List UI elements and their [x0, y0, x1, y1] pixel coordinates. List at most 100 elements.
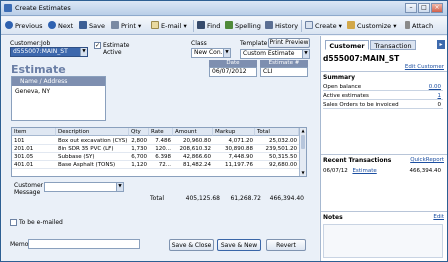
cell-markup[interactable]: 7,448.90 — [213, 153, 255, 161]
collapse-panel-icon[interactable]: ▸ — [437, 40, 445, 49]
estimate-active-label: Estimate Active — [103, 42, 130, 56]
chevron-down-icon[interactable]: ▼ — [223, 49, 230, 57]
cell-rate[interactable]: 6.398 — [149, 153, 173, 161]
attach-button[interactable]: Attach — [405, 20, 433, 32]
cell-item[interactable]: 201.01 — [12, 145, 56, 153]
customize-button[interactable]: Customize ▾ — [347, 20, 396, 32]
minimize-button[interactable]: – — [405, 3, 417, 13]
cell-amount[interactable]: 208,610.32 — [173, 145, 213, 153]
notes-edit-link[interactable]: Edit — [433, 214, 444, 220]
cell-amount[interactable]: 20,960.80 — [173, 137, 213, 145]
class-dropdown[interactable]: New Con... ▼ — [191, 48, 231, 58]
memo-label: Memo — [10, 241, 29, 248]
to-be-emailed-checkbox[interactable] — [10, 219, 17, 226]
tab-customer[interactable]: Customer — [325, 40, 369, 50]
revert-button[interactable]: Revert — [266, 239, 306, 251]
printer-icon — [111, 21, 119, 29]
create-button[interactable]: Create ▾ — [305, 20, 342, 32]
customer-message-label: Customer Message — [14, 182, 44, 196]
save-button[interactable]: Save — [79, 20, 105, 32]
summary-title: Summary — [323, 74, 356, 81]
customer-side-panel: Customer Transaction ▸ d555007:MAIN_ST E… — [320, 36, 447, 261]
table-row[interactable]: 401.01 Base Asphalt (TONS) 1,120 72... 8… — [12, 161, 299, 169]
estimate-number-box: Estimate # CLI — [260, 60, 308, 77]
cell-description[interactable]: Subbase (SY) — [56, 153, 129, 161]
cell-total[interactable]: 25,032.00 — [255, 137, 299, 145]
cell-description[interactable]: 8in SDR 35 PVC (LF) — [56, 145, 129, 153]
cell-markup[interactable]: 30,890.88 — [213, 145, 255, 153]
cell-total[interactable]: 239,501.20 — [255, 145, 299, 153]
recent-transaction-row[interactable]: 06/07/12 Estimate 466,394.40 — [323, 167, 443, 175]
template-label: Template — [240, 40, 268, 47]
maximize-button[interactable]: □ — [418, 3, 430, 13]
save-close-button[interactable]: Save & Close — [169, 239, 214, 251]
cell-qty[interactable]: 6,700 — [129, 153, 149, 161]
scroll-down-icon[interactable]: ▼ — [300, 170, 306, 176]
email-button[interactable]: E-mail ▾ — [151, 20, 187, 32]
cell-rate[interactable]: 72... — [149, 161, 173, 169]
customer-message-dropdown[interactable]: ▼ — [44, 182, 124, 192]
cell-description[interactable]: Base Asphalt (TONS) — [56, 161, 129, 169]
spelling-button[interactable]: Spelling — [225, 20, 261, 32]
template-dropdown[interactable]: Custom Estimate ▼ — [240, 49, 310, 59]
arrow-right-icon — [48, 21, 56, 29]
cell-markup[interactable]: 4,071.20 — [213, 137, 255, 145]
customize-icon — [347, 21, 355, 29]
find-button[interactable]: Find — [197, 20, 220, 32]
scroll-up-icon[interactable]: ▲ — [300, 128, 306, 134]
notes-area[interactable] — [323, 224, 443, 258]
cell-qty[interactable]: 2,800 — [129, 137, 149, 145]
column-header-qty: Qty — [129, 128, 149, 136]
estimate-form: Customer:Job d555007:MAIN_ST ▼ ✓ Estimat… — [2, 36, 319, 261]
edit-customer-link[interactable]: Edit Customer — [405, 64, 444, 70]
estimate-number-field[interactable]: CLI — [260, 67, 308, 77]
cell-item[interactable]: 301.05 — [12, 153, 56, 161]
cell-markup[interactable]: 11,197.76 — [213, 161, 255, 169]
date-label: Date — [209, 60, 257, 67]
history-icon — [265, 21, 273, 29]
print-preview-button[interactable]: Print Preview — [268, 38, 310, 48]
create-estimates-window: Create Estimates – □ × Previous Next Sav… — [0, 0, 448, 262]
table-scrollbar[interactable]: ▲ ▼ — [299, 128, 306, 176]
toolbar-separator — [193, 20, 194, 32]
total-label: Total — [150, 195, 165, 202]
cell-item[interactable]: 401.01 — [12, 161, 56, 169]
cell-qty[interactable]: 1,730 — [129, 145, 149, 153]
cell-rate[interactable]: 7.486 — [149, 137, 173, 145]
column-header-rate: Rate — [149, 128, 173, 136]
total-total: 466,394.40 — [269, 195, 304, 202]
history-button[interactable]: History — [265, 20, 298, 32]
cell-total[interactable]: 92,680.00 — [255, 161, 299, 169]
previous-button[interactable]: Previous — [5, 20, 42, 32]
name-address-label: Name / Address — [12, 77, 105, 86]
scroll-thumb[interactable] — [301, 135, 305, 149]
cell-description[interactable]: Box out excavation (CYS) — [56, 137, 129, 145]
total-markup: 61,268.72 — [230, 195, 261, 202]
table-row[interactable]: 201.01 8in SDR 35 PVC (LF) 1,730 120... … — [12, 145, 299, 153]
table-row[interactable]: 301.05 Subbase (SY) 6,700 6.398 42,866.6… — [12, 153, 299, 161]
memo-field[interactable] — [28, 239, 140, 249]
cell-total[interactable]: 50,315.50 — [255, 153, 299, 161]
close-button[interactable]: × — [431, 3, 443, 13]
estimate-active-checkbox[interactable]: ✓ — [94, 42, 101, 49]
quick-report-link[interactable]: QuickReport — [410, 157, 444, 163]
name-address-box[interactable]: Name / Address Geneva, NY — [11, 76, 106, 121]
chevron-down-icon[interactable]: ▼ — [302, 50, 309, 58]
save-new-button[interactable]: Save & New — [217, 239, 261, 251]
next-button[interactable]: Next — [48, 20, 73, 32]
tab-transaction[interactable]: Transaction — [370, 40, 416, 50]
summary-row-sales-orders: Sales Orders to be invoiced 0 — [323, 102, 443, 109]
cell-rate[interactable]: 120... — [149, 145, 173, 153]
estimate-number-label: Estimate # — [260, 60, 308, 67]
chevron-down-icon[interactable]: ▼ — [80, 48, 87, 56]
cell-amount[interactable]: 42,866.60 — [173, 153, 213, 161]
date-field[interactable]: 06/07/2012 — [209, 67, 257, 77]
cell-amount[interactable]: 81,482.24 — [173, 161, 213, 169]
customer-job-dropdown[interactable]: d555007:MAIN_ST ▼ — [10, 47, 88, 57]
cell-qty[interactable]: 1,120 — [129, 161, 149, 169]
print-button[interactable]: Print ▾ — [111, 20, 141, 32]
table-row[interactable]: 101 Box out excavation (CYS) 2,800 7.486… — [12, 137, 299, 145]
app-icon — [4, 4, 12, 12]
cell-item[interactable]: 101 — [12, 137, 56, 145]
chevron-down-icon[interactable]: ▼ — [116, 183, 123, 191]
